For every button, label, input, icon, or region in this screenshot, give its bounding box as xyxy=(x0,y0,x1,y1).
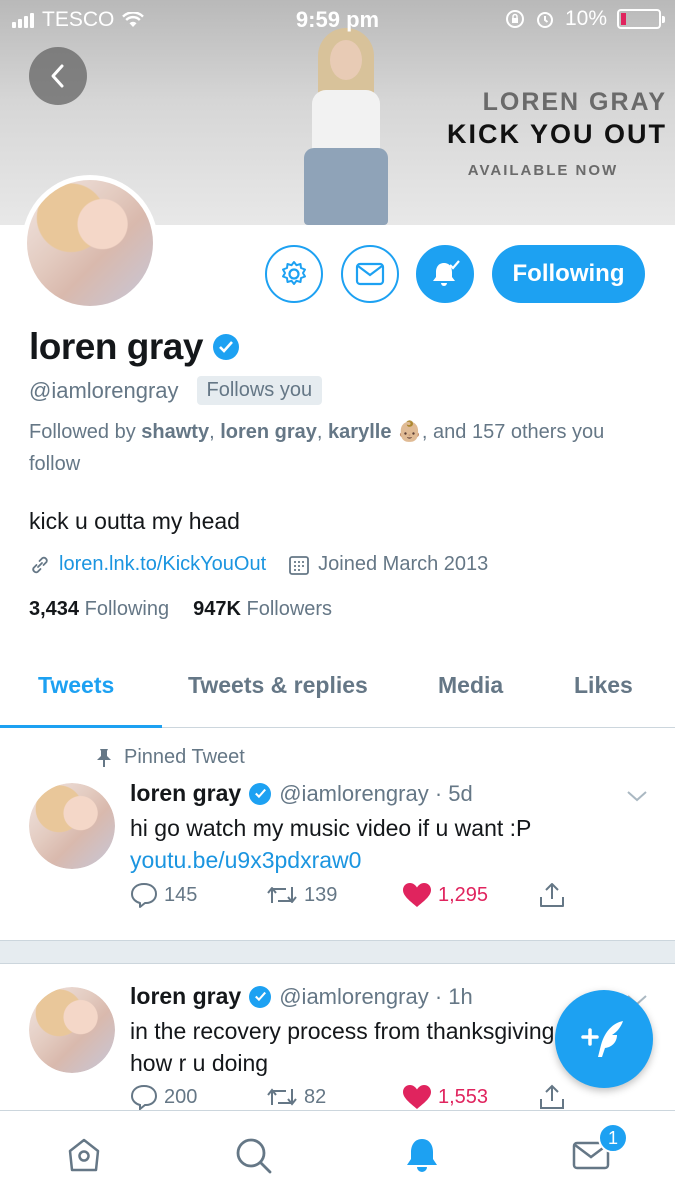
followed-by-prefix: Followed by xyxy=(29,421,142,443)
banner-line2: KICK YOU OUT xyxy=(446,119,667,149)
compose-tweet-button[interactable] xyxy=(555,990,653,1088)
retweet-count: 82 xyxy=(304,1085,327,1108)
heart-filled-icon xyxy=(403,883,431,907)
bottom-nav xyxy=(0,1110,675,1200)
nav-search[interactable] xyxy=(231,1133,275,1177)
tweet-author-name[interactable]: loren gray xyxy=(130,983,241,1010)
profile-bio: kick u outta my head xyxy=(29,508,240,534)
nav-notifications[interactable] xyxy=(400,1133,444,1177)
profile-name: loren gray xyxy=(29,326,203,367)
share-icon xyxy=(540,1084,564,1109)
pinned-label-text: Pinned Tweet xyxy=(124,746,245,768)
like-button[interactable]: 1,553 xyxy=(402,1084,488,1110)
alarm-icon xyxy=(536,12,553,28)
profile-link[interactable]: loren.lnk.to/KickYouOut xyxy=(59,553,266,576)
reply-icon xyxy=(130,1084,158,1110)
joined-date: Joined March 2013 xyxy=(318,553,489,575)
reply-button[interactable]: 200 xyxy=(130,1084,197,1110)
profile-avatar[interactable] xyxy=(22,175,158,311)
profile-handle: @iamlorengray xyxy=(29,377,179,403)
following-count-label: Following xyxy=(84,598,170,620)
compose-feather-icon xyxy=(581,1021,623,1057)
settings-button[interactable] xyxy=(265,245,323,303)
nav-home[interactable] xyxy=(62,1133,106,1177)
verified-badge-icon xyxy=(249,782,272,805)
following-count[interactable]: 3,434 Following xyxy=(29,598,169,621)
tweet-avatar[interactable] xyxy=(29,987,115,1073)
status-bar: TESCO 9:59 pm 10% xyxy=(0,0,675,40)
like-count: 1,295 xyxy=(438,883,489,906)
chevron-left-icon xyxy=(51,64,64,88)
banner-text: LOREN GRAY KICK YOU OUT AVAILABLE NOW xyxy=(447,88,667,179)
retweet-button[interactable]: 139 xyxy=(266,884,337,907)
battery-percent: 10% xyxy=(564,7,607,30)
followers-count-label: Followers xyxy=(246,598,333,620)
tab-media[interactable]: Media xyxy=(438,672,503,699)
gear-icon xyxy=(282,261,306,285)
share-icon xyxy=(540,883,564,907)
retweet-button[interactable]: 82 xyxy=(266,1086,326,1109)
retweet-icon xyxy=(267,1088,297,1106)
tweet-handle-time: @iamlorengray · 1h xyxy=(279,983,473,1009)
bell-check-icon xyxy=(433,260,460,286)
active-tab-indicator xyxy=(0,725,162,728)
like-button[interactable]: 1,295 xyxy=(402,882,488,908)
reply-icon xyxy=(131,883,157,908)
pin-icon xyxy=(97,748,111,767)
profile-tabs: Tweets Tweets & replies Media Likes xyxy=(0,660,675,728)
calendar-icon xyxy=(289,555,310,575)
follows-you-badge: Follows you xyxy=(196,376,323,405)
tweet-divider xyxy=(0,940,675,964)
verified-badge-icon xyxy=(249,985,272,1008)
reply-count: 200 xyxy=(164,1085,198,1108)
envelope-icon xyxy=(355,262,385,286)
follower-name[interactable]: shawty xyxy=(141,421,209,443)
follower-name[interactable]: karylle 👶🏼 xyxy=(328,421,422,443)
followed-by[interactable]: Followed by shawty, loren gray, karylle … xyxy=(29,416,649,480)
tab-tweets-replies[interactable]: Tweets & replies xyxy=(188,672,368,699)
message-button[interactable] xyxy=(341,245,399,303)
messages-badge: 1 xyxy=(598,1123,628,1153)
share-button[interactable] xyxy=(538,1083,566,1111)
banner-photo xyxy=(300,28,392,225)
reply-count: 145 xyxy=(164,883,198,906)
tab-tweets[interactable]: Tweets xyxy=(38,672,114,699)
following-button[interactable]: Following xyxy=(492,245,645,303)
tweet-avatar[interactable] xyxy=(29,783,115,869)
link-icon xyxy=(32,556,48,573)
heart-filled-icon xyxy=(403,1085,431,1109)
banner-line1: LOREN GRAY xyxy=(482,88,667,116)
back-button[interactable] xyxy=(29,47,87,105)
tweet-handle-time: @iamlorengray · 5d xyxy=(279,780,473,806)
follower-name[interactable]: loren gray xyxy=(220,421,317,443)
tweet-text: hi go watch my music video if u want :P xyxy=(130,815,532,841)
pinned-tweet-label: Pinned Tweet xyxy=(96,746,245,769)
tweet-text: in the recovery process from thanksgivin… xyxy=(130,1018,555,1044)
notifications-button[interactable] xyxy=(416,245,474,303)
rotation-lock-icon xyxy=(505,10,524,28)
reply-button[interactable]: 145 xyxy=(130,882,197,908)
tweet-link[interactable]: youtu.be/u9x3pdxraw0 xyxy=(130,844,670,876)
retweet-count: 139 xyxy=(304,883,338,906)
tweet-header: loren gray @iamlorengray · 1h xyxy=(130,983,473,1010)
tab-likes[interactable]: Likes xyxy=(574,672,633,699)
followers-count-value: 947K xyxy=(193,598,241,620)
tweet-header: loren gray @iamlorengray · 5d xyxy=(130,780,473,807)
verified-badge-icon xyxy=(212,334,239,360)
notifications-icon xyxy=(407,1139,437,1172)
banner-line3: AVAILABLE NOW xyxy=(467,162,619,179)
following-count-value: 3,434 xyxy=(29,598,80,620)
followers-count[interactable]: 947K Followers xyxy=(193,598,332,621)
battery-icon xyxy=(617,9,665,29)
search-icon xyxy=(236,1138,272,1174)
like-count: 1,553 xyxy=(438,1085,489,1108)
tweet-author-name[interactable]: loren gray xyxy=(130,780,241,807)
retweet-icon xyxy=(267,887,297,903)
chevron-down-icon[interactable] xyxy=(625,788,649,804)
home-icon xyxy=(68,1138,100,1172)
share-button[interactable] xyxy=(538,881,566,909)
